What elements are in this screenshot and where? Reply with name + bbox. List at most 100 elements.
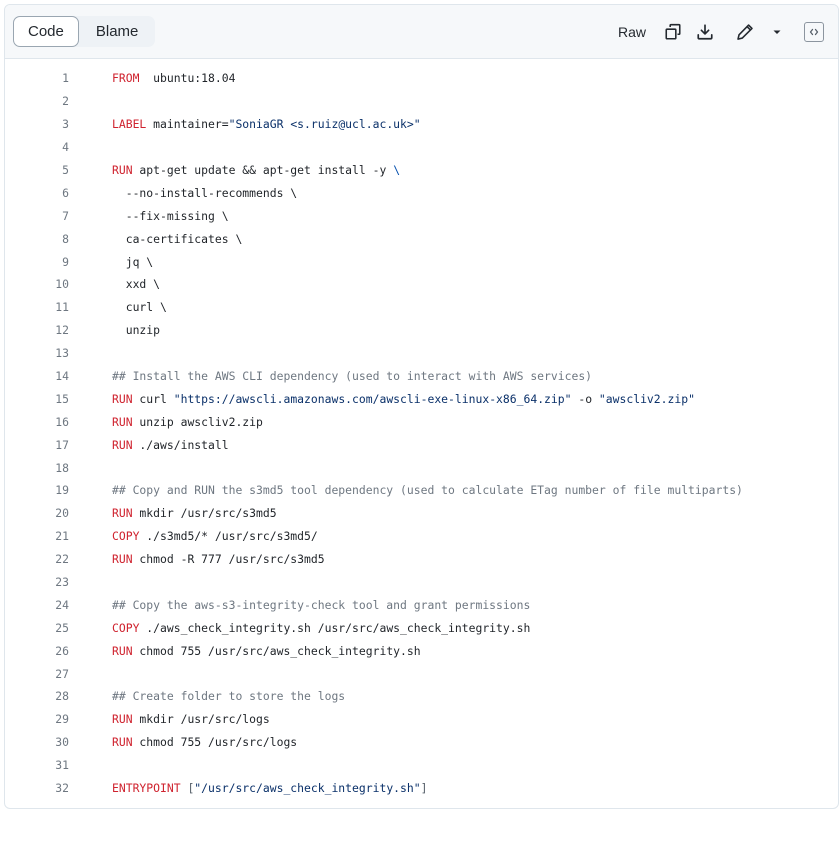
line-number[interactable]: 13 [5, 346, 69, 360]
code-token: jq \ [112, 254, 154, 269]
line-number[interactable]: 4 [5, 140, 69, 154]
comment-token: ## Copy and RUN the s3md5 tool dependenc… [112, 483, 743, 498]
code-line: 23 [5, 571, 838, 594]
line-number[interactable]: 24 [5, 598, 69, 612]
code-token: --no-install-recommends \ [112, 185, 298, 200]
line-number[interactable]: 19 [5, 483, 69, 497]
download-button[interactable] [692, 19, 718, 45]
line-content: RUN chmod 755 /usr/src/aws_check_integri… [69, 644, 421, 658]
line-number[interactable]: 31 [5, 758, 69, 772]
code-line: 29 RUN mkdir /usr/src/logs [5, 708, 838, 731]
code-line: 32 ENTRYPOINT ["/usr/src/aws_check_integr… [5, 777, 838, 800]
code-line: 26 RUN chmod 755 /usr/src/aws_check_integ… [5, 639, 838, 662]
symbols-button[interactable] [804, 21, 824, 42]
copy-icon [665, 23, 681, 40]
code-token: maintainer= [146, 117, 229, 132]
keyword-token: ENTRYPOINT [112, 781, 181, 796]
keyword-token: RUN [112, 506, 133, 521]
copy-button[interactable] [660, 19, 686, 45]
code-line: 17 RUN ./aws/install [5, 433, 838, 456]
string-token: "SoniaGR <s.ruiz@ucl.ac.uk>" [228, 117, 421, 132]
line-number[interactable]: 10 [5, 277, 69, 291]
tab-code[interactable]: Code [13, 16, 79, 47]
code-line: 22 RUN chmod -R 777 /usr/src/s3md5 [5, 548, 838, 571]
code-token: curl \ [112, 300, 167, 315]
code-token: mkdir /usr/src/s3md5 [132, 506, 277, 521]
code-line: 16 RUN unzip awscliv2.zip [5, 410, 838, 433]
line-content: ENTRYPOINT ["/usr/src/aws_check_integrit… [69, 781, 427, 795]
code-line: 24 ## Copy the aws-s3-integrity-check too… [5, 593, 838, 616]
line-number[interactable]: 21 [5, 529, 69, 543]
code-token: unzip awscliv2.zip [132, 414, 263, 429]
line-number[interactable]: 12 [5, 323, 69, 337]
line-content: FROM ubuntu:18.04 [69, 71, 235, 85]
view-toggle: Code Blame [13, 16, 156, 47]
code-line: 13 [5, 342, 838, 365]
code-line: 19 ## Copy and RUN the s3md5 tool depende… [5, 479, 838, 502]
file-header: Code Blame Raw [5, 5, 838, 59]
line-number[interactable]: 11 [5, 300, 69, 314]
line-number[interactable]: 27 [5, 667, 69, 681]
string-token: "/usr/src/aws_check_integrity.sh" [194, 781, 421, 796]
line-content: xxd \ [69, 277, 160, 291]
code-line: 15 RUN curl "https://awscli.amazonaws.com… [5, 387, 838, 410]
file-viewer: Code Blame Raw 1 FROM ubuntu:18.04 2 3 L… [4, 4, 839, 809]
line-number[interactable]: 32 [5, 781, 69, 795]
code-line: 9 jq \ [5, 250, 838, 273]
code-line: 1 FROM ubuntu:18.04 [5, 67, 838, 90]
line-number[interactable]: 16 [5, 415, 69, 429]
line-content: RUN mkdir /usr/src/s3md5 [69, 506, 277, 520]
keyword-token: RUN [112, 552, 133, 567]
line-content: jq \ [69, 255, 153, 269]
code-view: 1 FROM ubuntu:18.04 2 3 LABEL maintainer="So… [5, 59, 838, 800]
line-number[interactable]: 18 [5, 461, 69, 475]
line-number[interactable]: 30 [5, 735, 69, 749]
line-number[interactable]: 7 [5, 209, 69, 223]
keyword-token: RUN [112, 163, 133, 177]
line-number[interactable]: 6 [5, 186, 69, 200]
code-line: 14 ## Install the AWS CLI dependency (use… [5, 365, 838, 388]
line-content: curl \ [69, 300, 167, 314]
keyword-token: RUN [112, 712, 133, 727]
keyword-token: COPY [112, 620, 140, 635]
line-content: ca-certificates \ [69, 231, 243, 246]
line-content: ## Create folder to store the logs [69, 689, 345, 703]
code-line: 18 [5, 456, 838, 479]
line-number[interactable]: 3 [5, 117, 69, 131]
edit-menu-dropdown[interactable] [764, 19, 790, 45]
line-number[interactable]: 29 [5, 712, 69, 726]
code-line: 31 [5, 754, 838, 777]
line-number[interactable]: 25 [5, 621, 69, 635]
line-number[interactable]: 22 [5, 552, 69, 566]
line-number[interactable]: 14 [5, 369, 69, 383]
line-number[interactable]: 1 [5, 71, 69, 85]
line-number[interactable]: 15 [5, 392, 69, 406]
string-token: "awscliv2.zip" [598, 391, 695, 406]
line-number[interactable]: 20 [5, 506, 69, 520]
line-content: ## Copy the aws-s3-integrity-check tool … [69, 598, 530, 612]
line-number[interactable]: 17 [5, 438, 69, 452]
line-number[interactable]: 8 [5, 232, 69, 246]
edit-button[interactable] [732, 19, 758, 45]
line-content: unzip [69, 323, 160, 337]
line-number[interactable]: 9 [5, 255, 69, 269]
line-number[interactable]: 23 [5, 575, 69, 589]
code-line: 3 LABEL maintainer="SoniaGR <s.ruiz@ucl.a… [5, 113, 838, 136]
line-number[interactable]: 5 [5, 163, 69, 177]
line-content: ## Install the AWS CLI dependency (used … [69, 369, 592, 383]
tab-blame[interactable]: Blame [79, 16, 156, 47]
code-token: xxd \ [112, 277, 161, 292]
code-token: ca-certificates \ [112, 231, 243, 246]
line-number[interactable]: 2 [5, 94, 69, 108]
line-number[interactable]: 28 [5, 689, 69, 703]
keyword-token: RUN [112, 391, 133, 406]
line-number[interactable]: 26 [5, 644, 69, 658]
code-line: 20 RUN mkdir /usr/src/s3md5 [5, 502, 838, 525]
code-line: 4 [5, 136, 838, 159]
line-content: RUN mkdir /usr/src/logs [69, 712, 270, 726]
file-actions: Raw [618, 19, 828, 45]
code-line: 2 [5, 90, 838, 113]
raw-button[interactable]: Raw [618, 24, 646, 40]
code-token: chmod -R 777 /usr/src/s3md5 [132, 552, 325, 567]
keyword-token: RUN [112, 735, 133, 750]
